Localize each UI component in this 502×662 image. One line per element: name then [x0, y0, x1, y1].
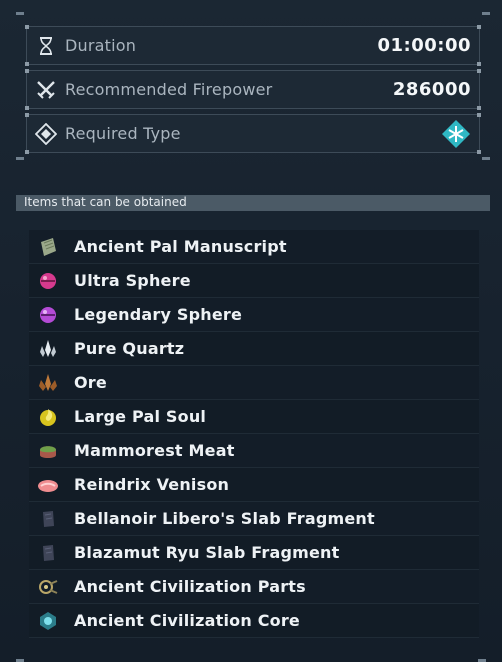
list-item: Ancient Civilization Parts	[29, 570, 479, 604]
meat-icon	[40, 446, 56, 458]
civilization-core-icon	[40, 612, 56, 630]
ore-icon	[39, 374, 57, 391]
list-item: Ancient Civilization Core	[29, 604, 479, 638]
list-item: Bellanoir Libero's Slab Fragment	[29, 502, 479, 536]
firepower-row: Recommended Firepower 286000	[25, 69, 481, 110]
item-label: Pure Quartz	[74, 339, 185, 358]
frame-corner	[482, 12, 490, 15]
diamond-icon	[35, 123, 57, 145]
manuscript-icon	[41, 238, 56, 256]
ultra-sphere-icon	[40, 273, 56, 289]
slab-fragment-icon	[43, 545, 54, 561]
duration-label: Duration	[65, 36, 137, 55]
duration-value: 01:00:00	[377, 35, 471, 56]
frame-corner	[16, 157, 24, 160]
info-group: Duration 01:00:00 Recommended Firepower …	[16, 12, 490, 160]
list-item: Reindrix Venison	[29, 468, 479, 502]
item-label: Bellanoir Libero's Slab Fragment	[74, 509, 375, 528]
item-label: Legendary Sphere	[74, 305, 243, 324]
item-label: Large Pal Soul	[74, 407, 207, 426]
quartz-icon	[40, 340, 56, 357]
crossed-swords-icon	[37, 81, 55, 99]
list-item: Blazamut Ryu Slab Fragment	[29, 536, 479, 570]
item-label: Ancient Pal Manuscript	[74, 237, 287, 256]
item-label: Ancient Civilization Parts	[74, 577, 306, 596]
list-item: Ultra Sphere	[29, 264, 479, 298]
frame-corner	[482, 157, 490, 160]
hourglass-icon	[40, 37, 52, 55]
items-section-title: Items that can be obtained	[24, 195, 187, 209]
frame-corner	[16, 12, 24, 15]
required-type-label: Required Type	[65, 124, 181, 143]
civilization-parts-icon	[39, 580, 58, 594]
item-label: Mammorest Meat	[74, 441, 235, 460]
list-item: Large Pal Soul	[29, 400, 479, 434]
required-type-row: Required Type	[25, 113, 481, 154]
obtainable-items-list: Ancient Pal Manuscript Ultra Sphere Lege…	[29, 230, 479, 638]
item-label: Reindrix Venison	[74, 475, 230, 494]
pal-soul-icon	[40, 409, 56, 426]
legendary-sphere-icon	[40, 307, 56, 323]
ice-type-icon	[442, 120, 470, 148]
list-item: Pure Quartz	[29, 332, 479, 366]
items-section-header: Items that can be obtained	[16, 195, 490, 211]
item-label: Ultra Sphere	[74, 271, 191, 290]
firepower-label: Recommended Firepower	[65, 80, 273, 99]
firepower-value: 286000	[392, 79, 471, 100]
item-label: Blazamut Ryu Slab Fragment	[74, 543, 340, 562]
item-label: Ancient Civilization Core	[74, 611, 300, 630]
list-item: Mammorest Meat	[29, 434, 479, 468]
venison-icon	[38, 480, 58, 492]
item-label: Ore	[74, 373, 107, 392]
slab-fragment-icon	[43, 511, 54, 527]
list-item: Legendary Sphere	[29, 298, 479, 332]
list-item: Ore	[29, 366, 479, 400]
duration-row: Duration 01:00:00	[25, 25, 481, 66]
list-item: Ancient Pal Manuscript	[29, 230, 479, 264]
